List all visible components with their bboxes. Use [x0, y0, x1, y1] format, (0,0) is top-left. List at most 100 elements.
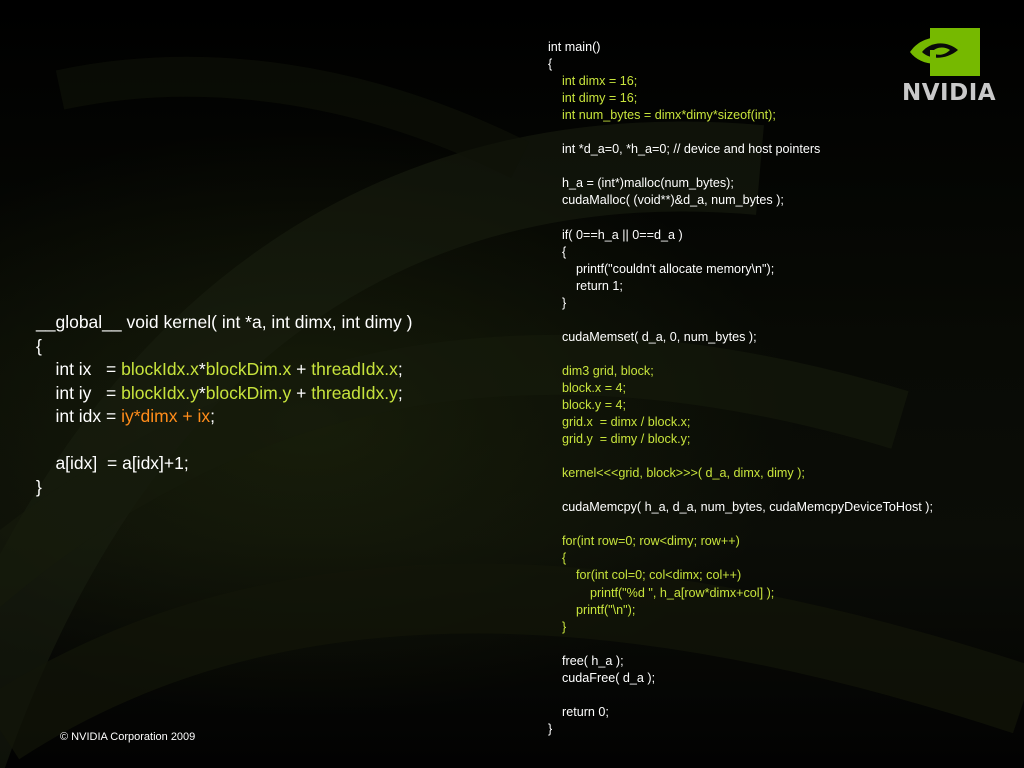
code-token: iy*dimx + ix	[121, 406, 211, 426]
code-token: block.x = 4;	[548, 380, 627, 395]
main-code-line: return 1;	[548, 278, 933, 295]
kernel-code-line: {	[36, 335, 412, 359]
code-token: }	[548, 295, 567, 310]
main-code-line	[548, 124, 933, 141]
code-token: }	[548, 721, 553, 736]
kernel-code-line: int iy = blockIdx.y*blockDim.y + threadI…	[36, 382, 412, 406]
main-code-line: {	[548, 56, 933, 73]
kernel-code-line: }	[36, 476, 412, 500]
code-token: return 0;	[548, 704, 609, 719]
main-code-line: cudaMemset( d_a, 0, num_bytes );	[548, 329, 933, 346]
code-token: ;	[210, 406, 215, 426]
code-token: for(int row=0; row<dimy; row++)	[548, 534, 740, 549]
main-code-line	[548, 482, 933, 499]
code-token: grid.x = dimx / block.x;	[548, 415, 691, 430]
code-token: {	[36, 335, 42, 356]
code-token: int idx =	[36, 406, 122, 426]
code-token: for(int col=0; col<dimx; col++)	[548, 568, 742, 583]
code-token: {	[548, 244, 567, 259]
code-token: threadIdx.y	[311, 382, 398, 403]
copyright-text: © NVIDIA Corporation 2009	[60, 731, 196, 743]
main-code-line: return 0;	[548, 704, 933, 721]
code-token: if( 0==h_a || 0==d_a )	[548, 227, 683, 242]
code-token: free( h_a );	[548, 653, 624, 668]
main-code-line: kernel<<<grid, block>>>( d_a, dimx, dimy…	[548, 465, 933, 482]
main-code-line: cudaMemcpy( h_a, d_a, num_bytes, cudaMem…	[548, 499, 933, 516]
kernel-code-line: __global__ void kernel( int *a, int dimx…	[36, 311, 412, 335]
code-token: }	[36, 476, 42, 497]
code-token: {	[548, 551, 567, 566]
main-code-line	[548, 346, 933, 363]
main-code-line	[548, 687, 933, 704]
code-token: int num_bytes = dimx*dimy*sizeof(int);	[548, 108, 776, 123]
kernel-code-line: int idx = iy*dimx + ix;	[36, 405, 412, 429]
main-code-line: for(int col=0; col<dimx; col++)	[548, 567, 933, 584]
kernel-code-block: __global__ void kernel( int *a, int dimx…	[36, 311, 412, 499]
main-code-line: printf("%d ", h_a[row*dimx+col] );	[548, 585, 933, 602]
code-token: cudaMemcpy( h_a, d_a, num_bytes, cudaMem…	[548, 500, 933, 515]
code-token: threadIdx.x	[311, 359, 398, 379]
main-code-line: {	[548, 244, 933, 261]
code-token: {	[548, 57, 553, 72]
main-code-line: int dimx = 16;	[548, 73, 933, 90]
code-token: +	[291, 359, 312, 379]
main-code-line: }	[548, 619, 933, 636]
code-token: a[idx] = a[idx]+1;	[36, 453, 189, 473]
code-token: h_a = (int*)malloc(num_bytes);	[548, 176, 734, 191]
kernel-code-line: a[idx] = a[idx]+1;	[36, 452, 412, 476]
code-token: blockDim.x	[205, 359, 292, 379]
code-token: int dimx = 16;	[548, 74, 638, 89]
code-token: cudaFree( d_a );	[548, 670, 656, 685]
code-token: blockIdx.x	[121, 359, 199, 379]
code-token: int dimy = 16;	[548, 91, 638, 106]
code-token: +	[291, 382, 312, 403]
slide: NVIDIA __global__ void kernel( int *a, i…	[0, 0, 1024, 768]
code-token: printf("\n");	[548, 602, 636, 617]
code-token: blockDim.y	[205, 382, 292, 403]
code-token: *	[198, 359, 206, 379]
kernel-code-line: int ix = blockIdx.x*blockDim.x + threadI…	[36, 358, 412, 382]
code-token: grid.y = dimy / block.y;	[548, 432, 691, 447]
code-token: int ix =	[36, 359, 122, 379]
main-code-line: cudaMalloc( (void**)&d_a, num_bytes );	[548, 192, 933, 209]
code-token: ;	[397, 359, 403, 379]
code-token: ;	[397, 382, 403, 403]
main-code-line: int dimy = 16;	[548, 90, 933, 107]
main-code-line	[548, 636, 933, 653]
main-code-line	[548, 158, 933, 175]
code-token: blockIdx.y	[121, 382, 199, 403]
main-code-block: int main() { int dimx = 16; int dimy = 16…	[548, 39, 933, 738]
main-code-line: {	[548, 550, 933, 567]
main-code-line	[548, 312, 933, 329]
code-token: printf("%d ", h_a[row*dimx+col] );	[548, 585, 775, 600]
main-code-line: grid.y = dimy / block.y;	[548, 431, 933, 448]
main-code-line: int main()	[548, 39, 933, 56]
main-code-line: block.x = 4;	[548, 380, 933, 397]
main-code-line: printf("couldn't allocate memory\n");	[548, 261, 933, 278]
main-code-line: int num_bytes = dimx*dimy*sizeof(int);	[548, 107, 933, 124]
main-code-line	[548, 209, 933, 226]
code-token: int *d_a=0, *h_a=0; // device and host p…	[548, 142, 821, 157]
code-token: return 1;	[548, 278, 623, 293]
code-token: }	[548, 619, 567, 634]
main-code-line: printf("\n");	[548, 602, 933, 619]
main-code-line: grid.x = dimx / block.x;	[548, 414, 933, 431]
main-code-line: int *d_a=0, *h_a=0; // device and host p…	[548, 141, 933, 158]
main-code-line	[548, 448, 933, 465]
code-token: __global__ void kernel( int *a, int dimx…	[36, 312, 413, 332]
code-token: cudaMalloc( (void**)&d_a, num_bytes );	[548, 193, 784, 208]
kernel-code-line	[36, 429, 412, 453]
code-token: cudaMemset( d_a, 0, num_bytes );	[548, 329, 757, 344]
main-code-line	[548, 516, 933, 533]
code-token: printf("couldn't allocate memory\n");	[548, 261, 775, 276]
code-token: int iy =	[36, 382, 122, 403]
main-code-line: cudaFree( d_a );	[548, 670, 933, 687]
main-code-line: block.y = 4;	[548, 397, 933, 414]
main-code-line: free( h_a );	[548, 653, 933, 670]
main-code-line: for(int row=0; row<dimy; row++)	[548, 533, 933, 550]
main-code-line: h_a = (int*)malloc(num_bytes);	[548, 175, 933, 192]
main-code-line: dim3 grid, block;	[548, 363, 933, 380]
code-token: *	[198, 382, 206, 403]
main-code-line: }	[548, 721, 933, 738]
code-token: block.y = 4;	[548, 397, 627, 412]
